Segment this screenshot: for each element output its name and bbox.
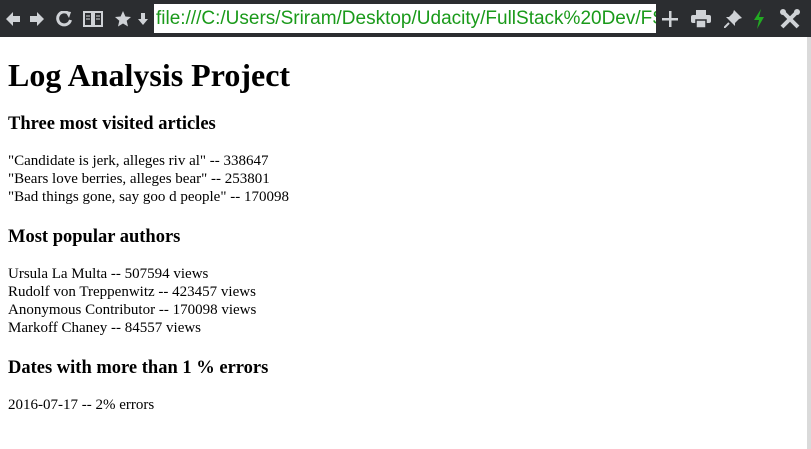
tools-icon[interactable]: [778, 0, 802, 37]
list-item: Markoff Chaney -- 84557 views: [8, 320, 202, 336]
list-item: "Bears love berries, alleges bear" -- 25…: [8, 171, 270, 187]
reload-icon[interactable]: [56, 0, 72, 37]
back-icon[interactable]: [6, 0, 20, 37]
page-title: Log Analysis Project: [8, 57, 291, 93]
page-content: Log Analysis Project Three most visited …: [8, 37, 803, 414]
browser-toolbar: file:///C:/Users/Sriram/Desktop/Udacity/…: [0, 0, 811, 37]
authors-list: Ursula La Multa -- 507594 views Rudolf v…: [8, 265, 803, 337]
list-item: "Bad things gone, say goo d people" -- 1…: [8, 189, 289, 205]
scrollbar[interactable]: [807, 37, 811, 449]
star-dropdown-icon[interactable]: [138, 0, 148, 37]
list-item: 2016-07-17 -- 2% errors: [8, 397, 155, 413]
section-heading: Dates with more than 1 % errors: [8, 358, 269, 378]
pin-icon[interactable]: [722, 0, 744, 37]
section-heading: Three most visited articles: [8, 114, 216, 134]
list-item: Ursula La Multa -- 507594 views: [8, 266, 209, 282]
lightning-icon[interactable]: [750, 0, 768, 37]
forward-icon[interactable]: [30, 0, 44, 37]
articles-list: "Candidate is jerk, alleges riv al" -- 3…: [8, 152, 803, 206]
address-bar[interactable]: file:///C:/Users/Sriram/Desktop/Udacity/…: [154, 4, 656, 33]
list-item: "Candidate is jerk, alleges riv al" -- 3…: [8, 153, 269, 169]
bookmark-star-icon[interactable]: [114, 0, 132, 37]
print-icon[interactable]: [690, 0, 712, 37]
section-heading: Most popular authors: [8, 227, 181, 247]
reader-icon[interactable]: [83, 0, 103, 37]
error-dates-list: 2016-07-17 -- 2% errors: [8, 396, 803, 414]
new-tab-plus-icon[interactable]: [659, 0, 681, 37]
list-item: Rudolf von Treppenwitz -- 423457 views: [8, 284, 256, 300]
list-item: Anonymous Contributor -- 170098 views: [8, 302, 257, 318]
